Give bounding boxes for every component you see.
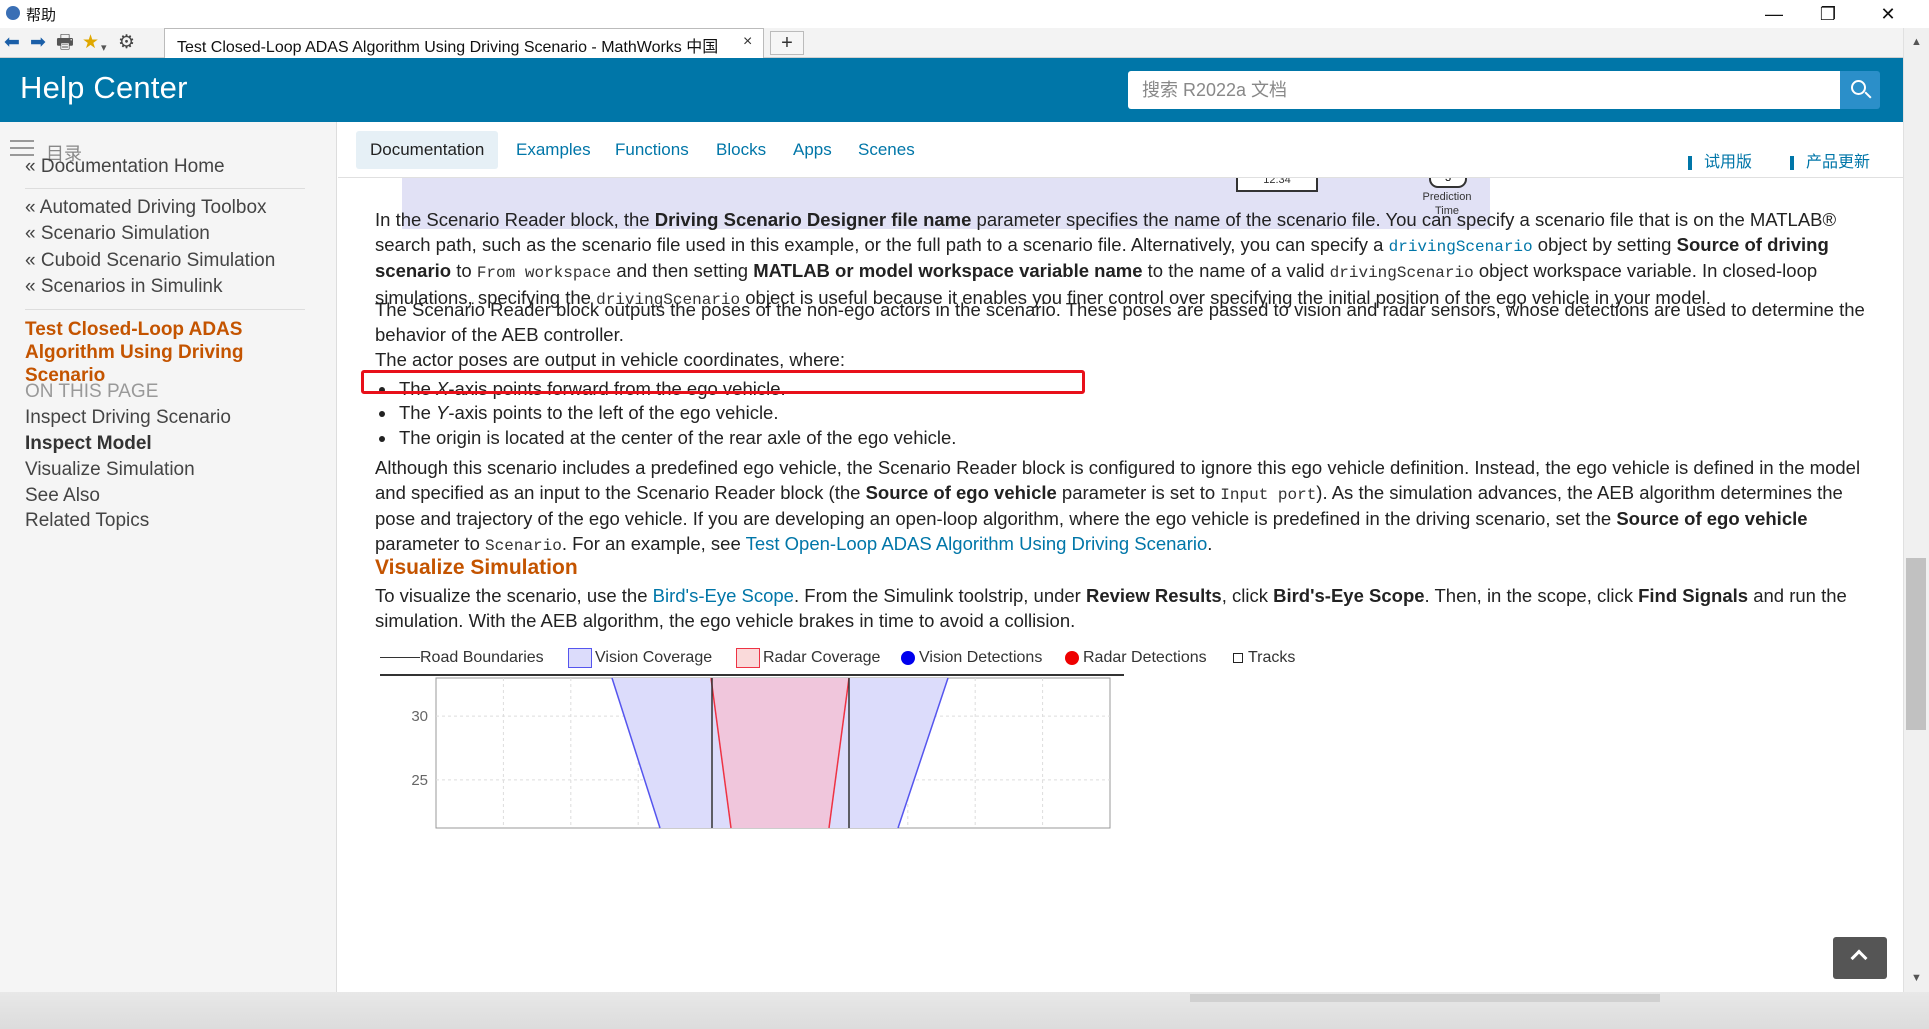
red-highlight-annotation	[361, 370, 1085, 394]
crumb-documentation-home[interactable]: « Documentation Home	[25, 156, 225, 178]
restore-button[interactable]: ❐	[1808, 2, 1848, 26]
tab-blocks[interactable]: Blocks	[716, 140, 766, 160]
forward-arrow-icon[interactable]: ➡	[30, 33, 46, 53]
divider	[25, 309, 305, 310]
window-title: 帮助	[26, 7, 57, 24]
download-icon	[1790, 155, 1800, 170]
section-link-visualize-simulation[interactable]: Visualize Simulation	[25, 459, 195, 481]
current-page-title: Test Closed-Loop ADAS Algorithm Using Dr…	[25, 319, 244, 386]
app-icon	[6, 6, 20, 20]
back-to-top-button[interactable]	[1833, 937, 1887, 979]
tab-documentation[interactable]: Documentation	[356, 131, 499, 169]
tab-close-icon[interactable]: ×	[743, 33, 761, 51]
sidebar: 目录 « Documentation Home « Automated Driv…	[0, 122, 337, 992]
download-icon	[1688, 155, 1698, 170]
favorites-dropdown-icon[interactable]: ▾	[101, 38, 107, 58]
tab-scenes[interactable]: Scenes	[858, 140, 915, 160]
horizontal-scrollbar[interactable]	[0, 992, 1929, 1029]
title-bar: 帮助 — ❐ ✕	[0, 0, 1929, 28]
back-arrow-icon[interactable]: ⬅	[4, 33, 20, 53]
tab-examples[interactable]: Examples	[516, 140, 591, 160]
birds-eye-plot: 30 25	[411, 677, 1111, 829]
minimize-button[interactable]: —	[1754, 2, 1794, 26]
trial-label: 试用版	[1704, 154, 1753, 171]
help-center-brand[interactable]: Help Center	[20, 70, 188, 106]
chevron-up-icon	[1850, 949, 1868, 967]
new-tab-button[interactable]: +	[770, 31, 804, 55]
section-link-see-also[interactable]: See Also	[25, 485, 100, 507]
radar-coverage-area	[711, 678, 849, 828]
close-window-button[interactable]: ✕	[1868, 2, 1908, 26]
crumb-automated-driving-toolbox[interactable]: « Automated Driving Toolbox	[25, 197, 267, 219]
updates-label: 产品更新	[1806, 154, 1871, 171]
crumb-scenario-simulation[interactable]: « Scenario Simulation	[25, 223, 210, 245]
scrollbar-thumb[interactable]	[1906, 558, 1926, 730]
scroll-down-icon[interactable]: ▼	[1911, 972, 1922, 984]
search-input[interactable]: 搜索 R2022a 文档	[1128, 71, 1840, 109]
help-header: Help Center 搜索 R2022a 文档	[0, 58, 1903, 122]
browser-tab[interactable]: Test Closed-Loop ADAS Algorithm Using Dr…	[164, 28, 764, 58]
tab-apps[interactable]: Apps	[793, 140, 832, 160]
product-updates-link[interactable]: 产品更新	[1790, 148, 1870, 172]
vertical-scrollbar[interactable]: ▲ ▼	[1903, 28, 1929, 992]
divider	[25, 188, 305, 189]
y-tick-label: 30	[411, 708, 428, 725]
on-this-page-heading: ON THIS PAGE	[25, 381, 159, 402]
favorites-star-icon[interactable]: ★	[82, 33, 99, 53]
main-content: 12:34 3 Prediction Time In the Scenario R…	[338, 178, 1903, 992]
section-link-inspect-driving-scenario[interactable]: Inspect Driving Scenario	[25, 407, 231, 429]
help-window: 帮助 — ❐ ✕ ⬅ ➡ 🖶 ★ ▾ ⚙ Test Closed-Loop AD…	[0, 0, 1929, 1029]
settings-gear-icon[interactable]: ⚙	[118, 33, 135, 53]
search-button[interactable]	[1840, 71, 1880, 109]
tab-functions[interactable]: Functions	[615, 140, 689, 160]
section-link-related-topics[interactable]: Related Topics	[25, 510, 149, 532]
trial-link[interactable]: 试用版	[1688, 148, 1752, 172]
section-link-inspect-model[interactable]: Inspect Model	[25, 433, 152, 455]
crumb-scenarios-in-simulink[interactable]: « Scenarios in Simulink	[25, 276, 222, 298]
scroll-up-icon[interactable]: ▲	[1911, 36, 1922, 48]
doc-subnav: Documentation Examples Functions Blocks …	[338, 122, 1903, 178]
y-tick-label: 25	[411, 772, 428, 789]
scrollbar-thumb[interactable]	[1190, 994, 1660, 1002]
print-icon[interactable]: 🖶	[56, 33, 74, 53]
crumb-cuboid-scenario-simulation[interactable]: « Cuboid Scenario Simulation	[25, 250, 275, 272]
